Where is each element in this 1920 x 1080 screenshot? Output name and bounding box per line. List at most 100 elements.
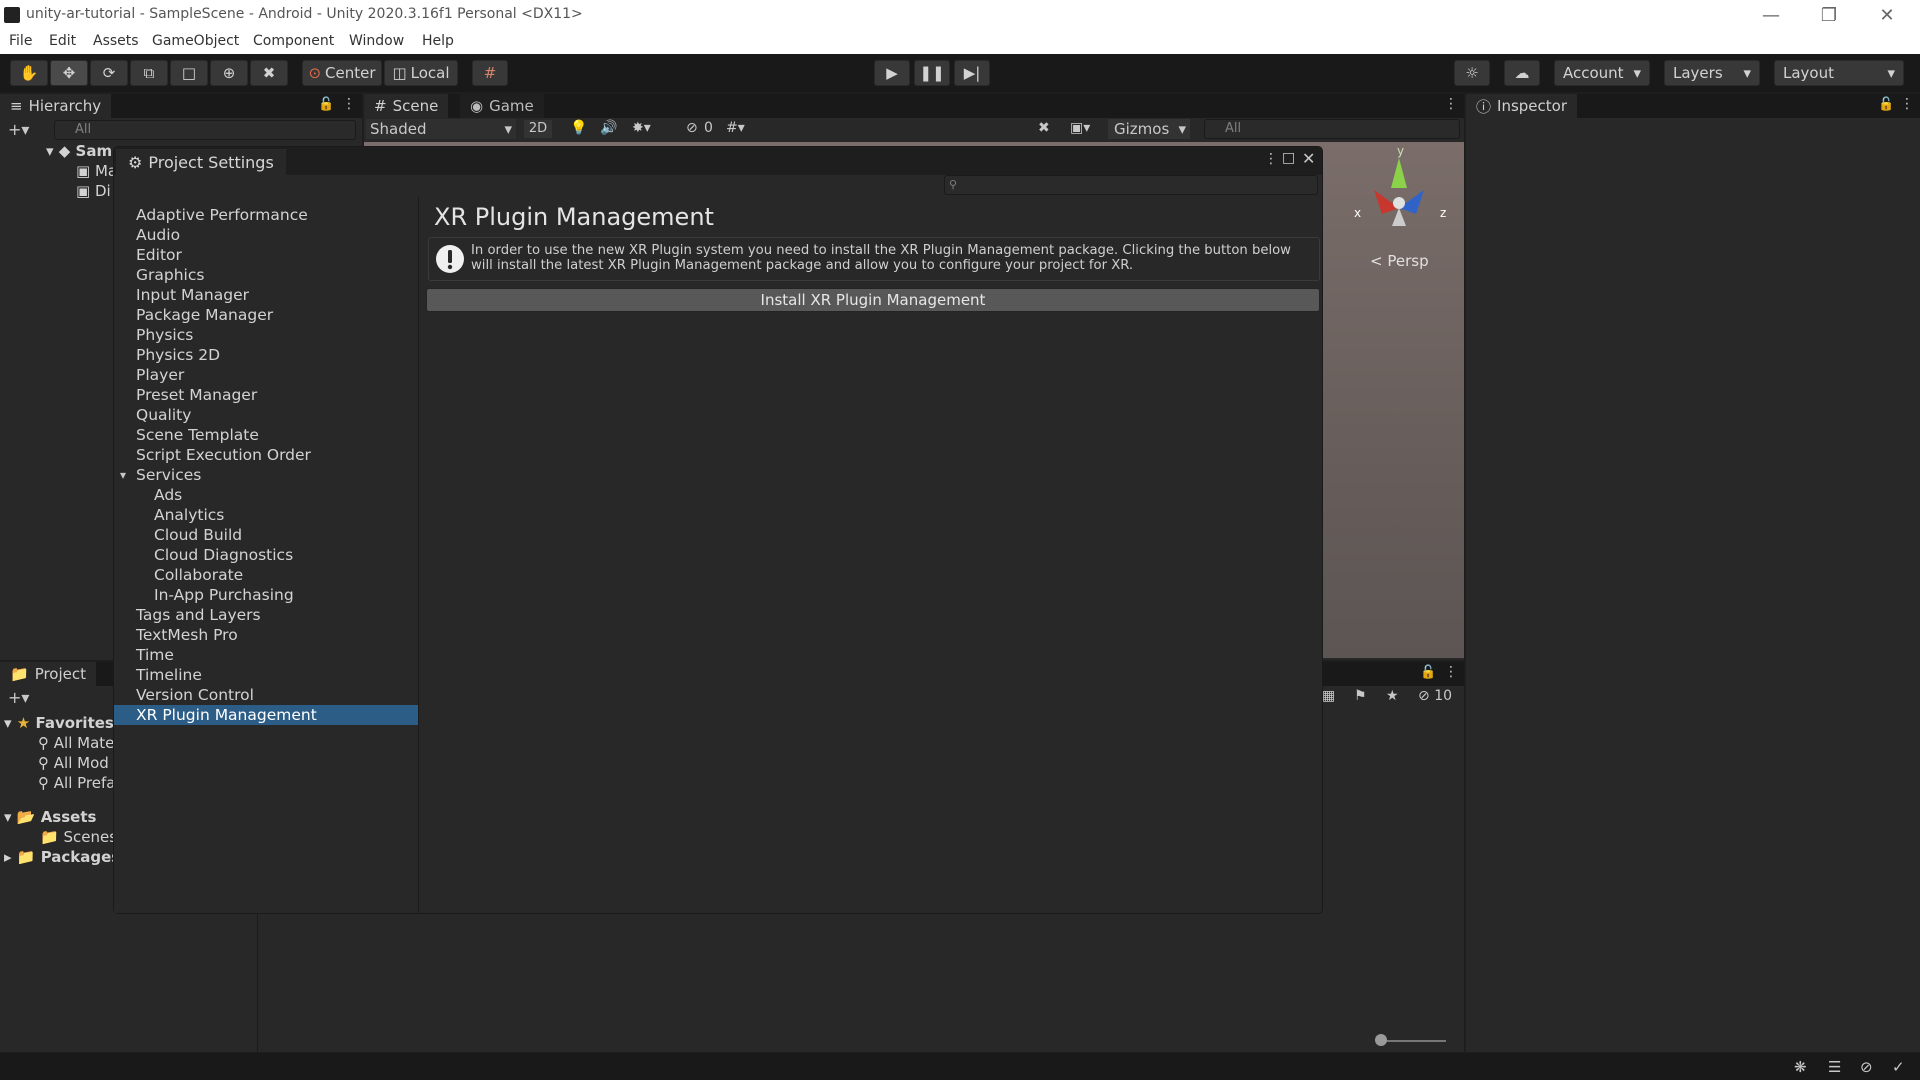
tab-game[interactable]: ◉ Game (460, 94, 544, 118)
hidden-objects-icon[interactable]: ⊘ (686, 120, 698, 136)
lighting-icon[interactable]: 💡 (570, 120, 587, 136)
kebab-menu-icon[interactable]: ⋮ (1264, 151, 1278, 167)
close-icon[interactable]: ✕ (1302, 149, 1315, 168)
2d-toggle[interactable]: 2D (524, 120, 552, 138)
settings-category-time[interactable]: Time (136, 645, 174, 665)
filter-type-icon[interactable]: ▦ (1322, 688, 1335, 704)
transform-tool-icon[interactable]: ⊕ (210, 60, 248, 86)
close-window-icon[interactable]: ✕ (1858, 0, 1916, 30)
settings-category-input-manager[interactable]: Input Manager (136, 285, 249, 305)
settings-category-analytics[interactable]: Analytics (154, 505, 224, 525)
pivot-space-button[interactable]: ◫ Local (384, 60, 458, 86)
restore-icon[interactable]: ❐ (1800, 0, 1858, 30)
add-dropdown-icon[interactable]: +▾ (8, 120, 29, 139)
packages-node[interactable]: ▸ 📁 Packages (4, 848, 120, 866)
layers-dropdown[interactable]: Layers ▾ (1664, 60, 1760, 86)
settings-category-graphics[interactable]: Graphics (136, 265, 204, 285)
bug-icon[interactable]: ❋ (1794, 1058, 1807, 1076)
settings-category-timeline[interactable]: Timeline (136, 665, 202, 685)
settings-category-tags-and-layers[interactable]: Tags and Layers (136, 605, 261, 625)
kebab-menu-icon[interactable]: ⋮ (1444, 96, 1458, 112)
settings-category-scene-template[interactable]: Scene Template (136, 425, 259, 445)
hierarchy-item[interactable]: ▣ Ma (76, 162, 117, 180)
settings-category-physics[interactable]: Physics (136, 325, 193, 345)
settings-category-xr-plugin-management[interactable]: XR Plugin Management (114, 705, 418, 725)
move-tool-icon[interactable]: ✥ (50, 60, 88, 86)
settings-category-cloud-build[interactable]: Cloud Build (154, 525, 242, 545)
minimize-icon[interactable]: — (1742, 0, 1800, 30)
favorite-item[interactable]: ⚲ All Mate (38, 734, 114, 752)
lock-icon[interactable]: 🔓 (318, 97, 334, 112)
tab-project-settings[interactable]: ⚙ Project Settings (116, 149, 286, 175)
effects-icon[interactable]: ✸▾ (632, 120, 651, 136)
favorite-item[interactable]: ⚲ All Prefa (38, 774, 115, 792)
no-network-icon[interactable]: ⊘ (1860, 1058, 1873, 1076)
hierarchy-item[interactable]: ▣ Di (76, 182, 111, 200)
audio-icon[interactable]: 🔊 (600, 120, 617, 136)
cloud-icon[interactable]: ☁ (1504, 60, 1540, 86)
settings-category-cloud-diagnostics[interactable]: Cloud Diagnostics (154, 545, 293, 565)
assets-child-folder[interactable]: 📁 Scenes (40, 828, 117, 846)
settings-category-services[interactable]: Services (136, 465, 201, 485)
grid-snap-icon[interactable]: # (472, 60, 508, 86)
install-xr-plugin-button[interactable]: Install XR Plugin Management (426, 288, 1320, 312)
lock-icon[interactable]: 🔓 (1420, 665, 1436, 680)
add-asset-dropdown-icon[interactable]: +▾ (8, 688, 29, 707)
shading-mode-dropdown[interactable]: Shaded ▾ (366, 119, 516, 139)
hierarchy-search-input[interactable]: All (54, 120, 356, 140)
favorites-node[interactable]: ▾ ★ Favorites (4, 714, 114, 732)
menu-window[interactable]: Window (349, 33, 404, 49)
settings-category-in-app-purchasing[interactable]: In-App Purchasing (154, 585, 294, 605)
grid-toggle-icon[interactable]: #▾ (726, 120, 745, 136)
hand-tool-icon[interactable]: ✋ (10, 60, 48, 86)
scene-gizmo[interactable] (1344, 148, 1454, 238)
settings-category-ads[interactable]: Ads (154, 485, 182, 505)
play-icon[interactable]: ▶ (874, 60, 910, 86)
tab-project[interactable]: 📁 Project (0, 662, 97, 686)
star-icon[interactable]: ★ (1386, 688, 1399, 704)
lock-icon[interactable]: 🔓 (1878, 97, 1894, 112)
slider-handle[interactable] (1375, 1034, 1387, 1046)
menu-gameobject[interactable]: GameObject (152, 33, 239, 49)
settings-category-package-manager[interactable]: Package Manager (136, 305, 273, 325)
asset-size-slider[interactable] (1380, 1040, 1446, 1042)
kebab-menu-icon[interactable]: ⋮ (1900, 96, 1914, 112)
settings-search-input[interactable]: ⚲ (944, 175, 1318, 195)
kebab-menu-icon[interactable]: ⋮ (1444, 664, 1458, 680)
tools-icon[interactable]: ✖ (1038, 120, 1050, 136)
custom-tool-icon[interactable]: ✖ (250, 60, 288, 86)
settings-category-collaborate[interactable]: Collaborate (154, 565, 243, 585)
settings-category-adaptive-performance[interactable]: Adaptive Performance (136, 205, 308, 225)
settings-category-physics-2d[interactable]: Physics 2D (136, 345, 220, 365)
menu-file[interactable]: File (9, 33, 32, 49)
settings-category-script-execution-order[interactable]: Script Execution Order (136, 445, 311, 465)
menu-edit[interactable]: Edit (49, 33, 76, 49)
tab-inspector[interactable]: ⓘ Inspector (1466, 94, 1577, 118)
label-icon[interactable]: ⚑ (1354, 688, 1367, 704)
kebab-menu-icon[interactable]: ⋮ (342, 96, 356, 112)
check-icon[interactable]: ✓ (1892, 1058, 1905, 1076)
settings-category-player[interactable]: Player (136, 365, 184, 385)
scene-search-input[interactable]: All (1204, 119, 1460, 139)
camera-icon[interactable]: ▣▾ (1070, 120, 1090, 136)
settings-category-audio[interactable]: Audio (136, 225, 180, 245)
step-icon[interactable]: ▶| (954, 60, 990, 86)
account-dropdown[interactable]: Account ▾ (1554, 60, 1650, 86)
menu-assets[interactable]: Assets (93, 33, 139, 49)
rotate-tool-icon[interactable]: ⟳ (90, 60, 128, 86)
maximize-icon[interactable]: □ (1282, 150, 1295, 166)
favorite-item[interactable]: ⚲ All Mod (38, 754, 109, 772)
menu-help[interactable]: Help (422, 33, 454, 49)
settings-category-editor[interactable]: Editor (136, 245, 182, 265)
tab-scene[interactable]: # Scene (364, 94, 449, 118)
settings-category-version-control[interactable]: Version Control (136, 685, 254, 705)
scene-root[interactable]: ▾ ◆ Sam (46, 142, 112, 160)
assets-node[interactable]: ▾ 📂 Assets (4, 808, 96, 826)
expand-arrow-icon[interactable]: ▾ (120, 465, 126, 485)
settings-category-preset-manager[interactable]: Preset Manager (136, 385, 257, 405)
scale-tool-icon[interactable]: ⧉ (130, 60, 168, 86)
gizmos-dropdown[interactable]: Gizmos ▾ (1108, 119, 1190, 139)
pivot-center-button[interactable]: ⊙ Center (302, 60, 382, 86)
settings-category-quality[interactable]: Quality (136, 405, 191, 425)
rect-tool-icon[interactable]: □ (170, 60, 208, 86)
